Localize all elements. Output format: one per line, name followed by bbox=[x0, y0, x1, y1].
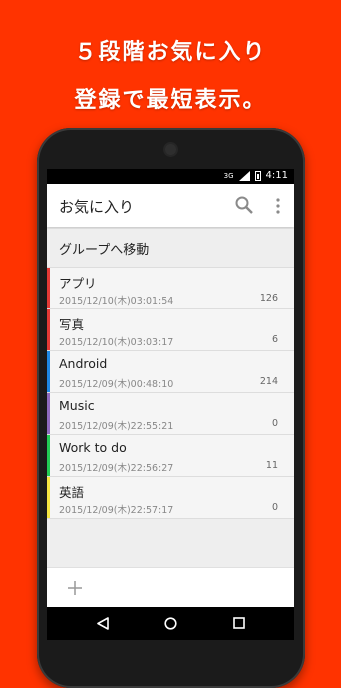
back-triangle-icon[interactable] bbox=[97, 617, 109, 630]
favorites-list: アプリ 2015/12/10(木)03:01:54 126 写真 2015/12… bbox=[47, 267, 294, 519]
list-item[interactable]: 写真 2015/12/10(木)03:03:17 6 bbox=[47, 309, 294, 351]
front-camera bbox=[165, 144, 176, 155]
group-move-label: グループへ移動 bbox=[59, 243, 150, 258]
item-name: アプリ bbox=[59, 276, 97, 291]
list-item[interactable]: Android 2015/12/09(木)00:48:10 214 bbox=[47, 351, 294, 393]
network-label: 3G bbox=[223, 171, 234, 180]
item-name: Music bbox=[59, 398, 95, 413]
priority-color-bar bbox=[47, 268, 50, 308]
promo-headline-1: ５段階お気に入り bbox=[74, 40, 267, 65]
phone-screen: 3G 4:11 お気に入り グループへ移動 アプリ 2015/12/10(木)0… bbox=[47, 169, 294, 640]
item-date: 2015/12/10(木)03:03:17 bbox=[59, 337, 174, 348]
status-time: 4:11 bbox=[265, 170, 288, 181]
item-date: 2015/12/09(木)22:57:17 bbox=[59, 505, 174, 516]
group-move-button[interactable]: グループへ移動 bbox=[47, 229, 294, 267]
page-title: お気に入り bbox=[59, 198, 135, 216]
item-name: 写真 bbox=[59, 317, 85, 332]
list-item[interactable]: Music 2015/12/09(木)22:55:21 0 bbox=[47, 393, 294, 435]
item-count: 6 bbox=[271, 334, 278, 345]
item-name: Android bbox=[59, 356, 108, 371]
item-count: 214 bbox=[259, 376, 278, 387]
promo-headline-2: 登録で最短表示。 bbox=[74, 88, 267, 113]
priority-color-bar bbox=[47, 309, 50, 350]
list-item[interactable]: 英語 2015/12/09(木)22:57:17 0 bbox=[47, 477, 294, 519]
item-date: 2015/12/09(木)22:55:21 bbox=[59, 421, 174, 432]
list-item[interactable]: アプリ 2015/12/10(木)03:01:54 126 bbox=[47, 267, 294, 309]
item-count: 0 bbox=[271, 502, 278, 513]
item-name: Work to do bbox=[59, 440, 127, 455]
priority-color-bar bbox=[47, 435, 50, 476]
signal-icon bbox=[238, 170, 250, 181]
list-item[interactable]: Work to do 2015/12/09(木)22:56:27 11 bbox=[47, 435, 294, 477]
overflow-menu-icon[interactable] bbox=[270, 197, 286, 215]
item-date: 2015/12/10(木)03:01:54 bbox=[59, 296, 174, 307]
item-name: 英語 bbox=[59, 485, 85, 500]
plus-icon[interactable] bbox=[67, 580, 83, 596]
item-date: 2015/12/09(木)22:56:27 bbox=[59, 463, 174, 474]
item-count: 11 bbox=[265, 460, 278, 471]
item-count: 126 bbox=[259, 293, 278, 304]
item-count: 0 bbox=[271, 418, 278, 429]
bottom-action-bar bbox=[47, 567, 294, 608]
priority-color-bar bbox=[47, 393, 50, 434]
battery-icon bbox=[254, 170, 261, 181]
system-nav-bar bbox=[47, 607, 294, 640]
home-circle-icon[interactable] bbox=[164, 617, 177, 630]
priority-color-bar bbox=[47, 477, 50, 518]
app-toolbar: お気に入り bbox=[47, 184, 294, 227]
priority-color-bar bbox=[47, 351, 50, 392]
item-date: 2015/12/09(木)00:48:10 bbox=[59, 379, 174, 390]
recent-square-icon[interactable] bbox=[233, 617, 245, 629]
status-bar: 3G 4:11 bbox=[47, 169, 294, 184]
search-icon[interactable] bbox=[235, 196, 253, 214]
